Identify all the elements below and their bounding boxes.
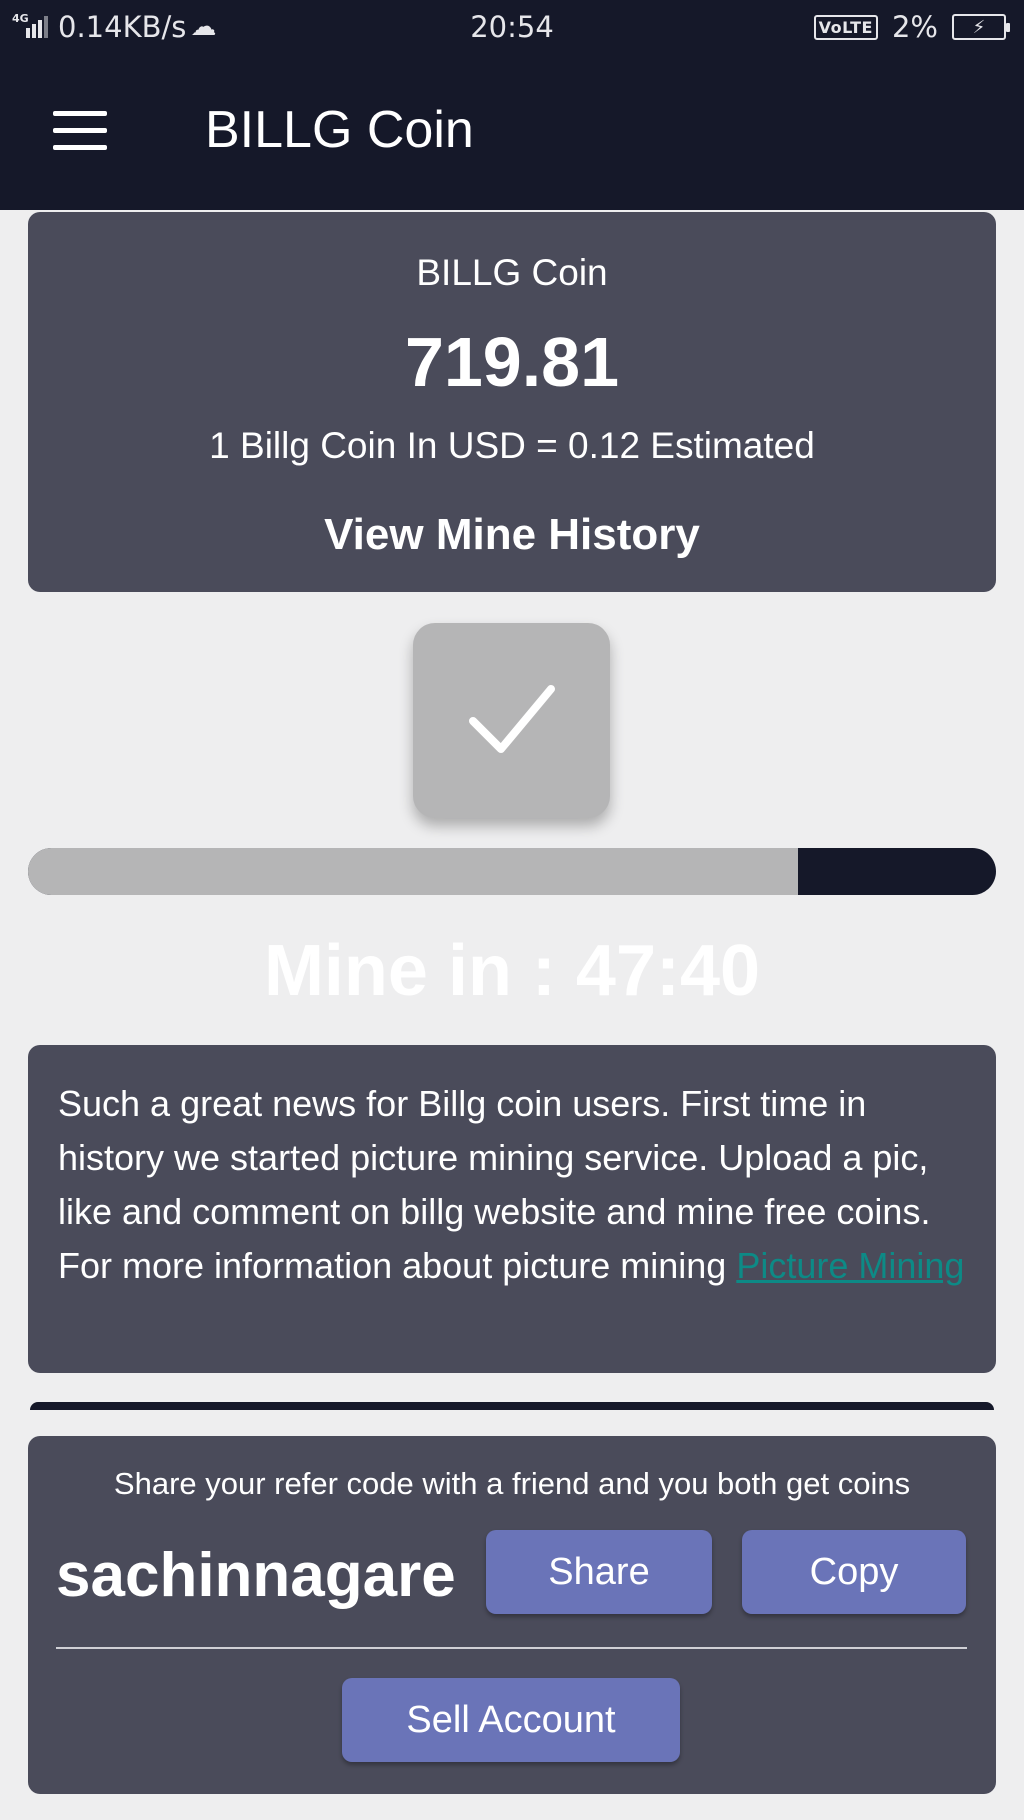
coin-balance: 719.81 [404, 323, 620, 401]
news-text: Such a great news for Billg coin users. … [58, 1077, 973, 1293]
coin-name: BILLG Coin [416, 252, 608, 293]
checkmark-icon [469, 685, 555, 753]
news-card: Such a great news for Billg coin users. … [28, 1045, 996, 1373]
refer-description: Share your refer code with a friend and … [113, 1466, 911, 1501]
app-bar: BILLG Coin [0, 55, 1024, 210]
hamburger-menu-icon[interactable] [53, 111, 107, 151]
refer-code: sachinnagare [56, 1541, 456, 1610]
status-bar: 4G 0.14KB/s ☁ 20:54 VoLTE 2% ⚡ [0, 0, 1024, 55]
battery-charging-icon: ⚡ [952, 14, 1010, 40]
sell-account-button[interactable]: Sell Account [342, 1678, 680, 1762]
battery-percent: 2% [891, 10, 938, 44]
mining-progress-bar [28, 848, 996, 895]
balance-card: BILLG Coin 719.81 1 Billg Coin In USD = … [28, 212, 996, 592]
refer-card: Share your refer code with a friend and … [28, 1436, 996, 1794]
mine-button[interactable] [413, 623, 610, 818]
divider [56, 1647, 967, 1649]
picture-mining-link[interactable]: Picture Mining [736, 1245, 964, 1286]
hidden-card-edge [30, 1402, 994, 1410]
share-button[interactable]: Share [486, 1530, 712, 1614]
coin-rate: 1 Billg Coin In USD = 0.12 Estimated [209, 425, 815, 466]
mine-timer: Mine in : 47:40 [263, 931, 761, 1011]
mining-progress-fill [28, 848, 798, 895]
volte-badge: VoLTE [813, 14, 878, 40]
copy-button[interactable]: Copy [742, 1530, 966, 1614]
app-title: BILLG Coin [205, 101, 474, 159]
status-right: VoLTE 2% ⚡ [813, 10, 1010, 44]
view-mine-history-link[interactable]: View Mine History [28, 510, 996, 560]
